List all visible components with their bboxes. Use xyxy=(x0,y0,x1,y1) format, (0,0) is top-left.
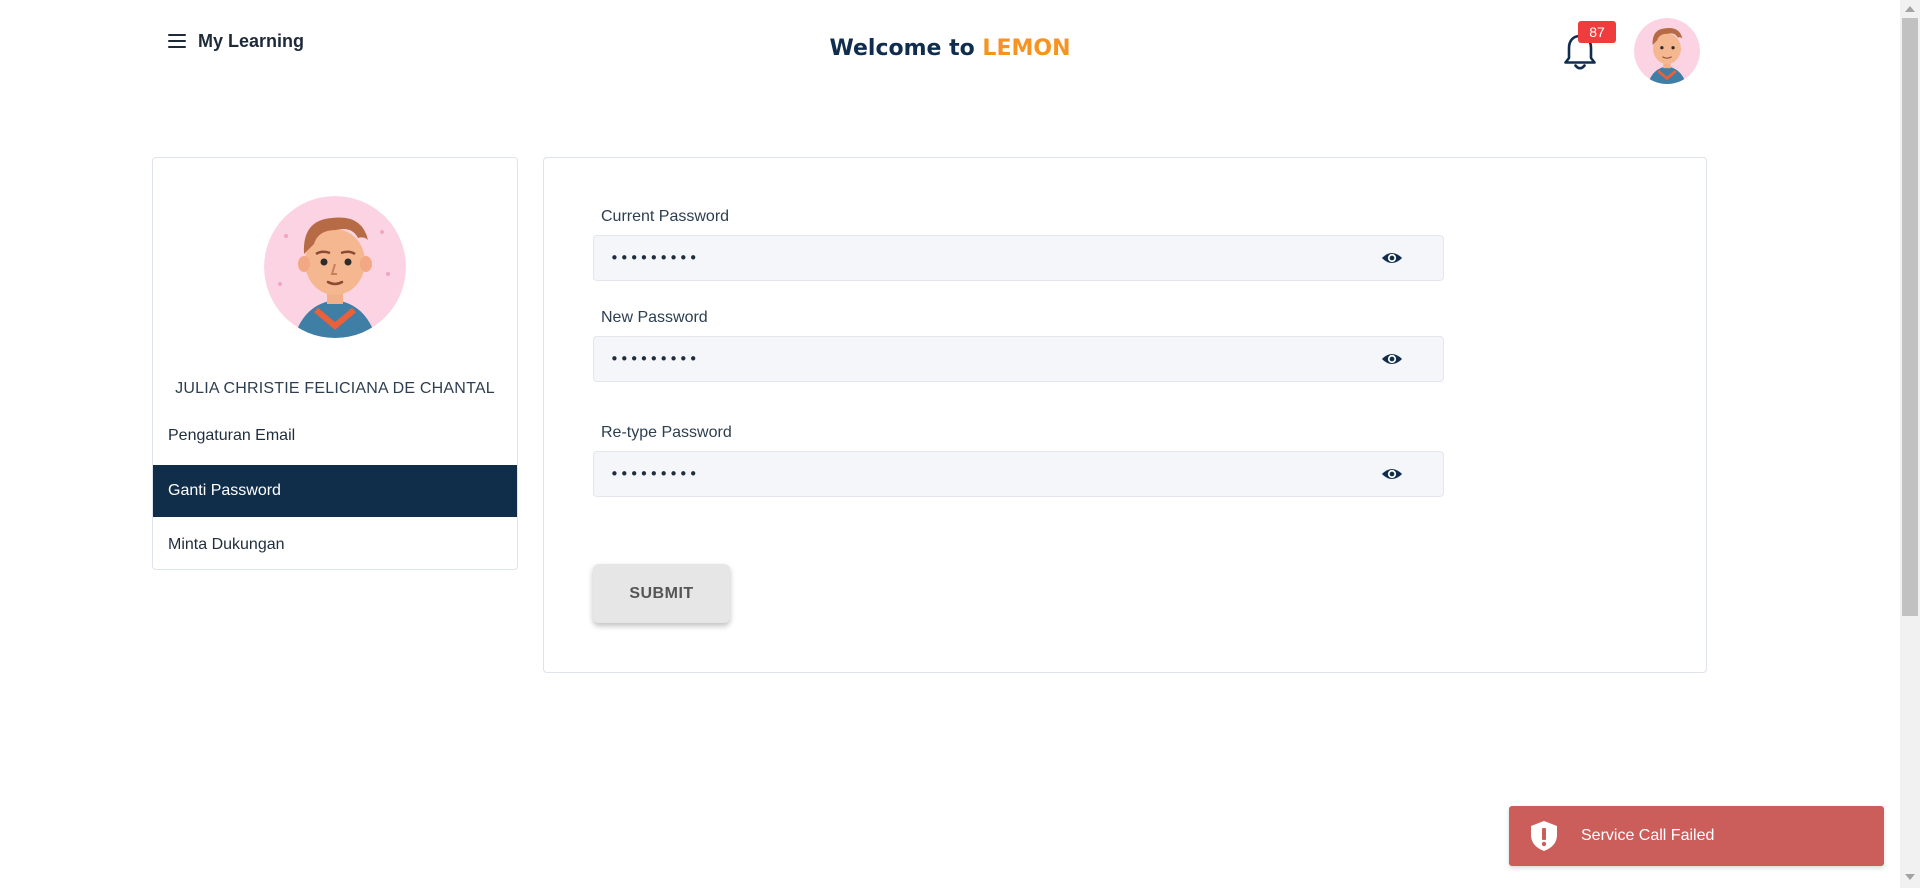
sidebar-item-change-password[interactable]: Ganti Password xyxy=(153,465,517,517)
eye-icon[interactable] xyxy=(1381,465,1403,483)
scrollbar-thumb[interactable] xyxy=(1902,18,1918,616)
new-password-label: New Password xyxy=(601,309,708,326)
current-password-input[interactable] xyxy=(610,236,1370,280)
profile-avatar xyxy=(264,196,406,338)
current-password-field xyxy=(593,235,1444,281)
current-password-label: Current Password xyxy=(601,208,730,225)
user-avatar-icon xyxy=(264,196,406,338)
alert-shield-icon xyxy=(1531,821,1557,851)
notification-count-badge: 87 xyxy=(1578,21,1616,43)
sidebar-item-request-support[interactable]: Minta Dukungan xyxy=(153,519,517,571)
retype-password-input[interactable] xyxy=(610,452,1370,496)
eye-icon[interactable] xyxy=(1381,350,1403,368)
retype-password-field xyxy=(593,451,1444,497)
submit-button[interactable]: SUBMIT xyxy=(593,564,730,623)
error-toast[interactable]: Service Call Failed xyxy=(1509,806,1884,866)
sidebar-item-email-settings[interactable]: Pengaturan Email xyxy=(153,410,517,462)
sidebar-item-label: Minta Dukungan xyxy=(168,536,285,553)
header-avatar[interactable] xyxy=(1634,18,1700,84)
welcome-prefix: Welcome to xyxy=(829,36,975,61)
user-avatar-icon xyxy=(1634,18,1700,84)
eye-icon[interactable] xyxy=(1381,249,1403,267)
sidebar-item-label: Ganti Password xyxy=(168,482,281,499)
new-password-field xyxy=(593,336,1444,382)
profile-name: JULIA CHRISTIE FELICIANA DE CHANTAL xyxy=(175,380,495,397)
scroll-down-arrow-icon[interactable] xyxy=(1905,874,1915,880)
retype-password-label: Re-type Password xyxy=(601,424,732,441)
new-password-input[interactable] xyxy=(610,337,1370,381)
toast-message: Service Call Failed xyxy=(1581,827,1715,844)
scroll-up-arrow-icon[interactable] xyxy=(1905,6,1915,12)
brand-name: LEMON xyxy=(982,36,1071,61)
sidebar-item-label: Pengaturan Email xyxy=(168,427,296,444)
